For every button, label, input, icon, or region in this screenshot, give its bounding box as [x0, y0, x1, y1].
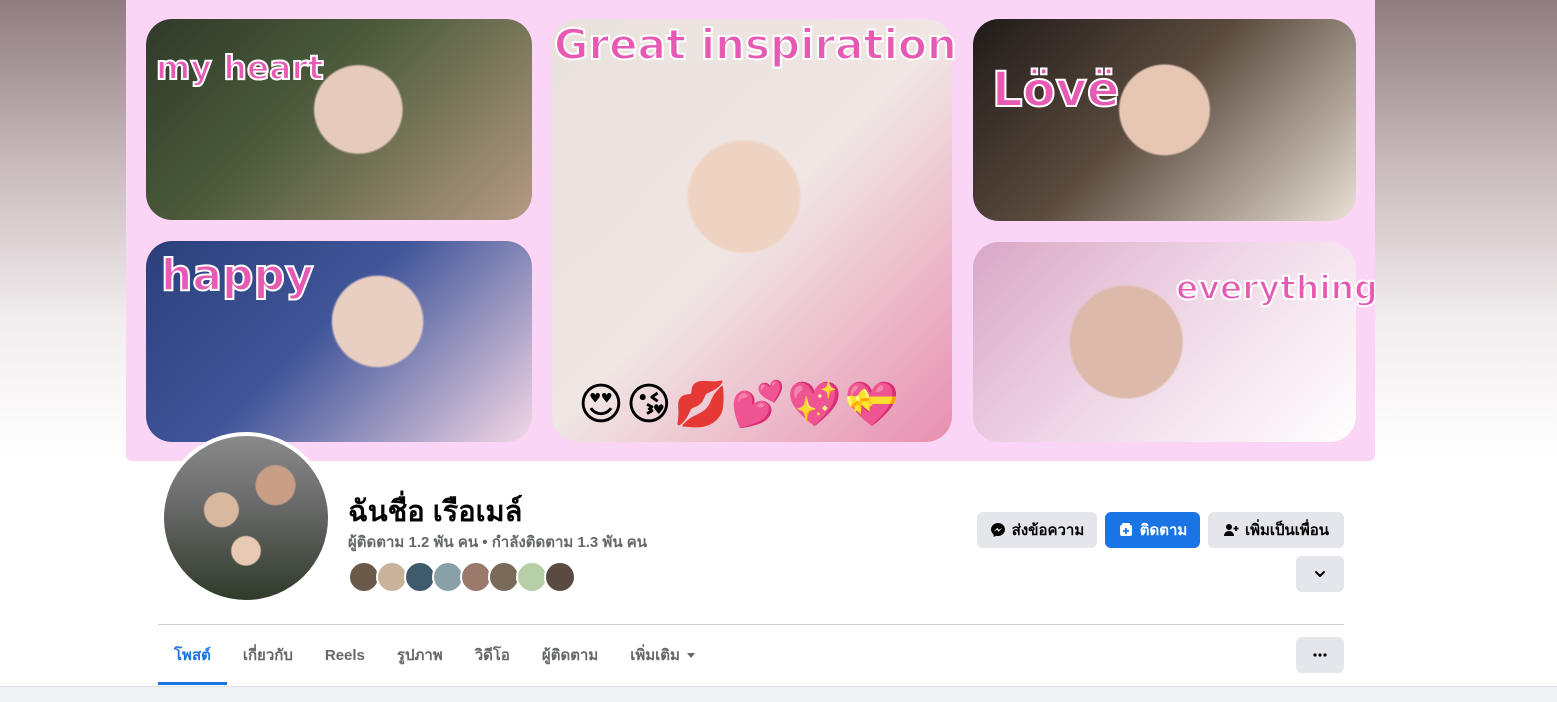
message-button[interactable]: ส่งข้อความ — [977, 512, 1097, 548]
cover-caption: Lövë — [991, 61, 1120, 119]
tab-reels[interactable]: Reels — [309, 625, 381, 685]
tab-label: เกี่ยวกับ — [242, 647, 293, 664]
feed-background — [0, 686, 1557, 702]
profile-tabs: โพสต์ เกี่ยวกับ Reels รูปภาพ วิดีโอ ผู้ต… — [158, 625, 712, 685]
tab-label: โพสต์ — [174, 647, 211, 664]
follow-button[interactable]: ติดตาม — [1105, 512, 1200, 548]
cover-caption: happy — [160, 249, 315, 302]
cover-photo[interactable]: my heart Great inspiration Lövë happy ev… — [126, 0, 1375, 461]
follow-icon — [1118, 522, 1134, 538]
mutual-friends-avatars — [348, 561, 576, 593]
cover-caption: Great inspiration — [553, 19, 958, 70]
messenger-icon — [990, 522, 1006, 538]
expand-options-button[interactable] — [1296, 556, 1344, 592]
chevron-down-icon — [1313, 567, 1327, 581]
tab-about[interactable]: เกี่ยวกับ — [227, 625, 309, 685]
profile-picture — [164, 436, 328, 600]
cover-caption: everything — [1175, 267, 1375, 308]
more-options-button[interactable] — [1296, 637, 1344, 673]
tab-posts[interactable]: โพสต์ — [158, 625, 227, 685]
add-friend-button[interactable]: เพิ่มเป็นเพื่อน — [1208, 512, 1344, 548]
caret-down-icon — [686, 650, 696, 660]
ellipsis-icon — [1312, 647, 1328, 663]
cover-emojis: 😍😘💋💕💖💝 — [578, 379, 901, 430]
cover-caption: my heart — [155, 47, 325, 88]
tab-label: Reels — [324, 646, 365, 664]
profile-name: ฉันชื่อ เรือเมล์ — [348, 496, 523, 528]
tab-more[interactable]: เพิ่มเติม — [614, 625, 712, 685]
cover-collage-photo — [973, 19, 1356, 221]
follower-stats[interactable]: ผู้ติดตาม 1.2 พัน คน • กำลังติดตาม 1.3 พ… — [348, 530, 647, 554]
friend-avatar[interactable] — [544, 561, 576, 593]
profile-avatar[interactable] — [160, 432, 332, 604]
tab-label: เพิ่มเติม — [630, 647, 680, 664]
tab-label: รูปภาพ — [396, 647, 443, 664]
tab-photos[interactable]: รูปภาพ — [381, 625, 459, 685]
tab-label: ผู้ติดตาม — [541, 647, 599, 664]
add-friend-button-label: เพิ่มเป็นเพื่อน — [1244, 522, 1330, 539]
message-button-label: ส่งข้อความ — [1011, 522, 1085, 539]
follow-button-label: ติดตาม — [1139, 522, 1188, 539]
tab-label: วิดีโอ — [474, 647, 510, 664]
tab-videos[interactable]: วิดีโอ — [459, 625, 526, 685]
tab-followers[interactable]: ผู้ติดตาม — [526, 625, 614, 685]
add-friend-icon — [1223, 522, 1239, 538]
